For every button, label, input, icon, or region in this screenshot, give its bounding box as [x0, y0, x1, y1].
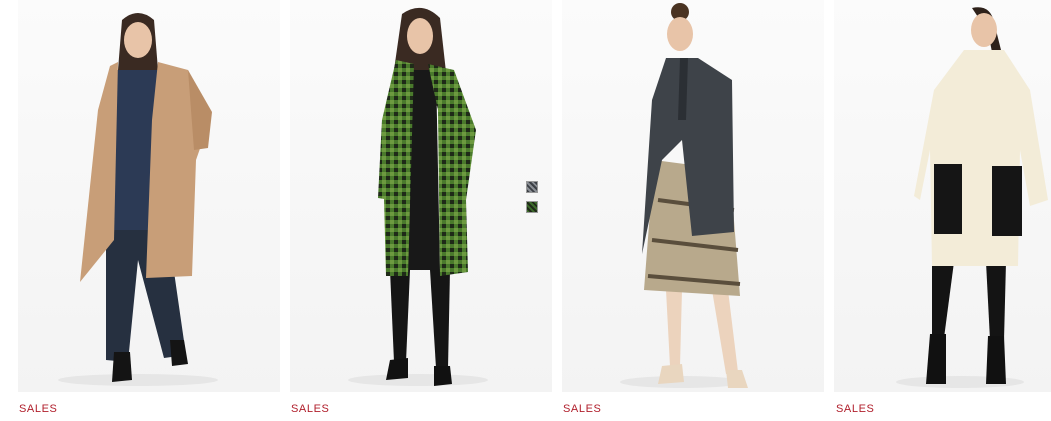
product-card[interactable] [18, 0, 280, 421]
model-figure-cream-coat [896, 7, 1048, 388]
color-swatch-green-check[interactable] [526, 201, 538, 213]
model-figure-grey-coat [620, 3, 748, 388]
product-image[interactable] [18, 0, 280, 392]
model-figure-camel-coat [58, 13, 218, 386]
sales-badge: SALES [836, 403, 875, 415]
product-image[interactable] [834, 0, 1051, 392]
color-swatch-dark-grey[interactable] [526, 181, 538, 193]
sales-badge: SALES [291, 403, 330, 415]
sales-badge: SALES [19, 403, 58, 415]
product-image[interactable] [290, 0, 552, 392]
product-grid: SALES SALES SALES SALES [0, 0, 1051, 421]
sales-badge: SALES [563, 403, 602, 415]
product-image[interactable] [562, 0, 824, 392]
product-card[interactable] [834, 0, 1051, 421]
product-card[interactable] [562, 0, 824, 421]
product-card[interactable] [290, 0, 552, 421]
model-figure-green-check-coat [348, 7, 488, 386]
